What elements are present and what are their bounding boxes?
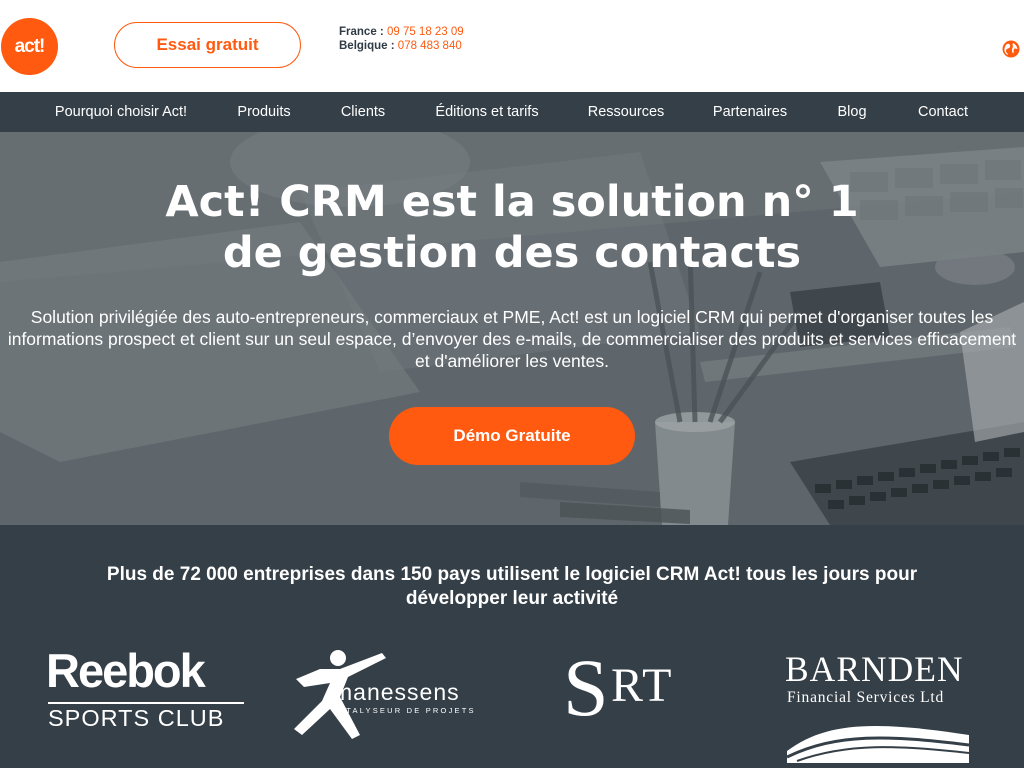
free-trial-button[interactable]: Essai gratuit (114, 22, 301, 68)
act-logo[interactable]: act! (1, 18, 58, 75)
clients-title-line-1: Plus de 72 000 entreprises dans 150 pays… (106, 564, 918, 585)
clients-title: Plus de 72 000 entreprises dans 150 pays… (62, 563, 962, 611)
nav-item-contact[interactable]: Contact (918, 92, 968, 132)
barnden-wave-icon (787, 725, 969, 763)
manessens-logo: manessens CATALYSEUR DE PROJETS (290, 649, 490, 741)
site-header: act! Essai gratuit France : 09 75 18 23 … (0, 0, 1024, 92)
nav-item-clients[interactable]: Clients (341, 92, 385, 132)
manessens-logo-tagline: CATALYSEUR DE PROJETS (332, 706, 476, 715)
barnden-financial-logo: BARNDEN Financial Services Ltd (785, 649, 975, 765)
clients-section: Plus de 72 000 entreprises dans 150 pays… (0, 525, 1024, 768)
nav-item-blog[interactable]: Blog (837, 92, 866, 132)
nav-item-partners[interactable]: Partenaires (713, 92, 787, 132)
srt-logo-rt: RT (611, 659, 674, 712)
nav-item-editions-pricing[interactable]: Éditions et tarifs (435, 92, 538, 132)
manessens-logo-text: manessens (333, 679, 460, 705)
barnden-logo-text: BARNDEN (785, 649, 964, 689)
nav-item-why-act[interactable]: Pourquoi choisir Act! (55, 92, 187, 132)
reebok-logo-rule (48, 702, 244, 704)
clients-title-line-2: développer leur activité (405, 588, 619, 609)
phone-belgium: Belgique : 078 483 840 (339, 39, 464, 53)
phone-france-label: France : (339, 26, 384, 38)
hero-title-line-1: Act! CRM est la solution n° 1 (165, 177, 859, 227)
hero-section: Act! CRM est la solution n° 1 de gestion… (0, 132, 1024, 525)
globe-icon[interactable] (1002, 40, 1020, 58)
nav-item-products[interactable]: Produits (237, 92, 290, 132)
hero-title: Act! CRM est la solution n° 1 de gestion… (112, 177, 912, 279)
barnden-logo-subtext: Financial Services Ltd (787, 689, 945, 706)
reebok-logo-subtext: SPORTS CLUB (48, 705, 225, 731)
hero-description: Solution privilégiée des auto-entreprene… (7, 307, 1017, 371)
phone-belgium-number[interactable]: 078 483 840 (398, 40, 462, 52)
hero-title-line-2: de gestion des contacts (222, 228, 802, 278)
main-nav: Pourquoi choisir Act! Produits Clients É… (0, 92, 1024, 132)
free-demo-button[interactable]: Démo Gratuite (389, 407, 635, 465)
srt-logo: S RT (563, 645, 703, 731)
srt-logo-s: S (563, 642, 609, 733)
nav-item-resources[interactable]: Ressources (588, 92, 665, 132)
reebok-logo-text: Reebok (46, 644, 206, 697)
reebok-sports-club-logo: Reebok SPORTS CLUB (46, 645, 246, 735)
phone-belgium-label: Belgique : (339, 40, 395, 52)
phone-france-number[interactable]: 09 75 18 23 09 (387, 26, 464, 38)
phone-numbers: France : 09 75 18 23 09 Belgique : 078 4… (339, 25, 464, 53)
phone-france: France : 09 75 18 23 09 (339, 25, 464, 39)
